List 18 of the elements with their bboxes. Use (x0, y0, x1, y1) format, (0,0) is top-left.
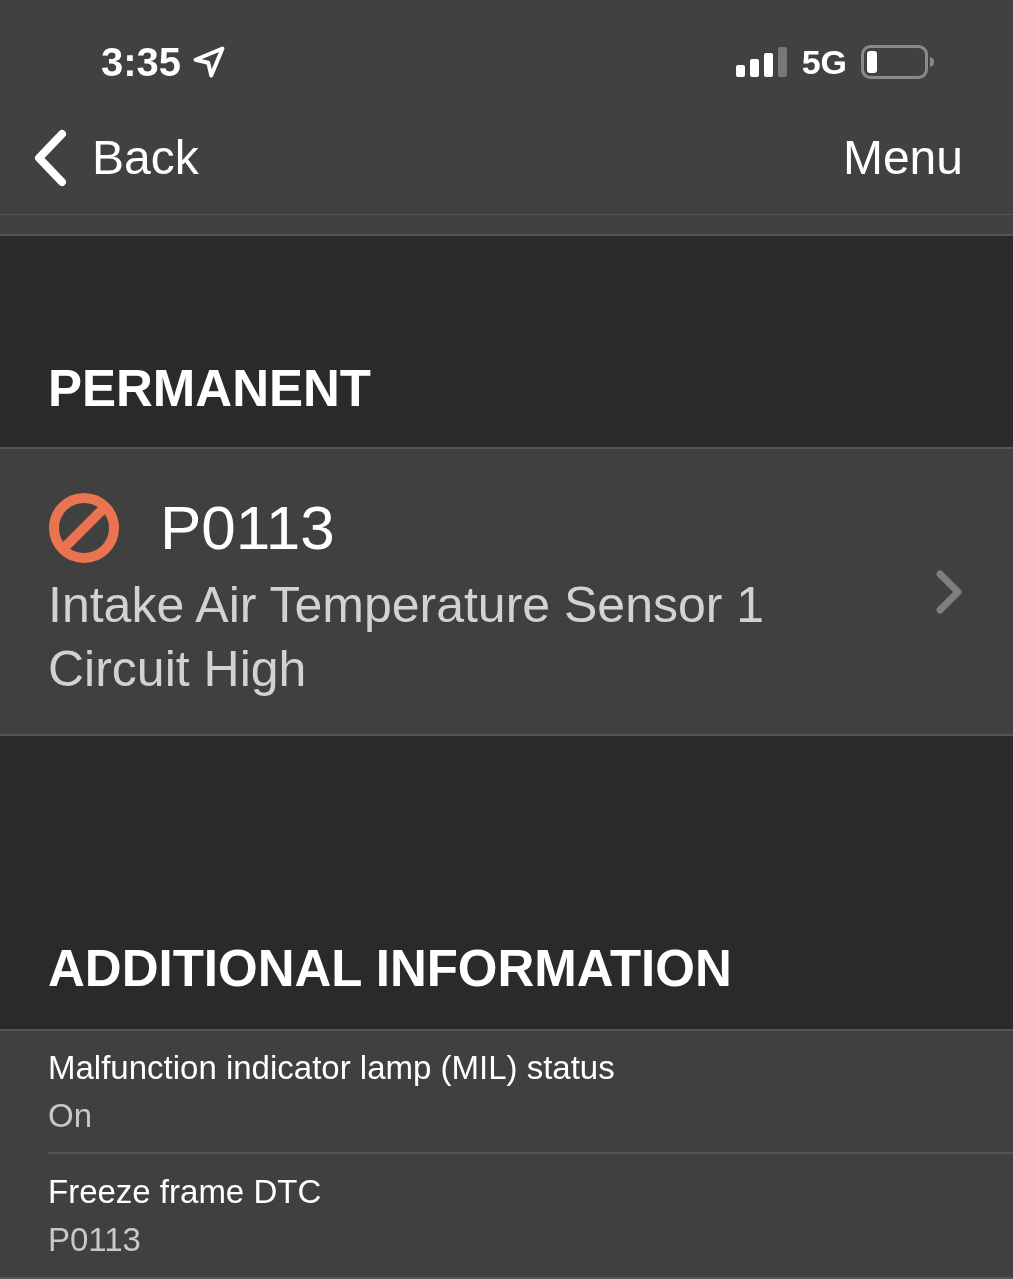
chevron-right-icon (935, 569, 963, 614)
info-value: On (48, 1095, 94, 1136)
code-description: Intake Air Temperature Sensor 1 Circuit High (48, 575, 766, 699)
status-time: 3:35 (101, 42, 182, 82)
section-title: ADDITIONAL INFORMATION (48, 939, 732, 999)
battery-icon (861, 45, 935, 79)
section-title: PERMANENT (48, 359, 371, 419)
trouble-code: P0113 (160, 496, 335, 559)
chevron-left-icon (32, 129, 68, 187)
signal-icon (735, 47, 788, 77)
prohibited-icon (48, 491, 120, 564)
back-button[interactable]: Back (32, 129, 199, 187)
network-label: 5G (801, 45, 847, 79)
info-label: Malfunction indicator lamp (MIL) status (48, 1047, 616, 1088)
menu-button[interactable]: Menu (842, 134, 963, 182)
info-value: P0113 (48, 1219, 142, 1260)
info-label: Freeze frame DTC (48, 1171, 323, 1212)
trouble-code-row[interactable]: P0113 Intake Air Temperature Sensor 1 Circuit High (0, 449, 1013, 734)
